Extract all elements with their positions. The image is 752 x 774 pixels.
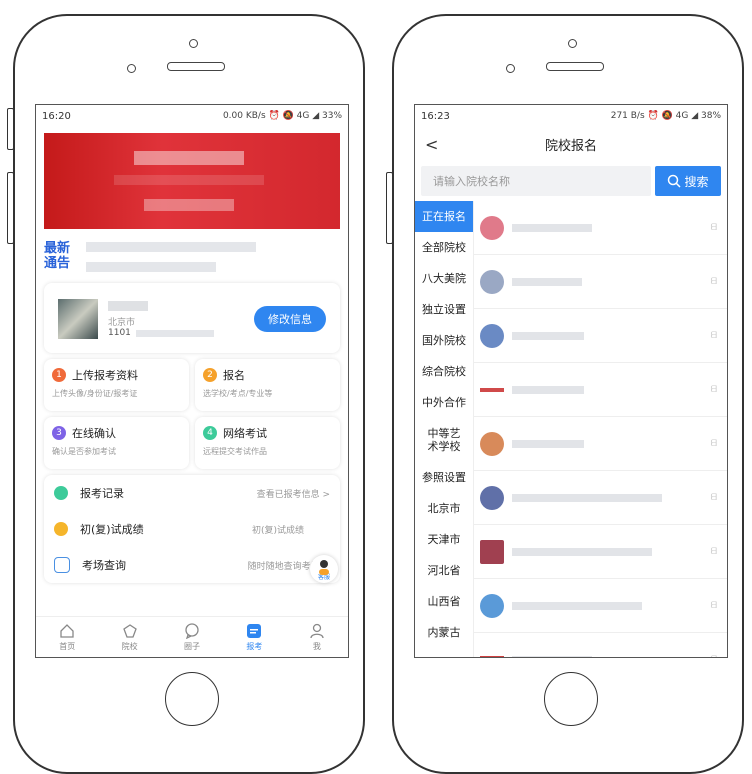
phone-side-button [386, 172, 393, 244]
apply-icon [247, 623, 262, 638]
phone-frame-left: 16:20 0.00 KB/s ⏰ 🔕 4G ◢ 33% 最新 通告 北京市 1… [7, 14, 365, 774]
category-item[interactable]: 内蒙古 [415, 617, 473, 648]
school-row[interactable]: ᗺ [474, 309, 727, 363]
front-camera [568, 39, 577, 48]
step-confirm[interactable]: 3 在线确认 确认是否参加考试 [44, 417, 189, 469]
sensor [506, 64, 515, 73]
school-row[interactable]: ᗺ [474, 471, 727, 525]
tab-schools[interactable]: 院校 [98, 617, 160, 657]
school-logo [480, 539, 504, 564]
category-item[interactable]: 八大美院 [415, 263, 473, 294]
notice-tag: 最新 通告 [44, 241, 71, 271]
phone-side-button [7, 172, 14, 244]
school-logo [480, 323, 504, 348]
menu-list: 报考记录 查看已报考信息 > 初(复)试成绩 初(复)试成绩 考场查询 随时随地… [44, 475, 340, 583]
search-icon [668, 174, 682, 188]
profile-city: 北京市 [108, 318, 136, 328]
category-item[interactable]: 国外院校 [415, 325, 473, 356]
avatar [58, 299, 98, 339]
back-icon[interactable]: < [425, 135, 438, 154]
category-item[interactable]: 中外合作 [415, 387, 473, 418]
tab-me[interactable]: 我 [286, 617, 348, 657]
school-row[interactable]: ᗺ [474, 363, 727, 417]
school-row[interactable]: ᗺ [474, 525, 727, 579]
category-item[interactable]: 山西省 [415, 586, 473, 617]
step-register[interactable]: 2 报名 选学校/考点/专业等 [195, 359, 340, 411]
category-item[interactable]: 正在报名 [415, 201, 473, 232]
tab-home[interactable]: 首页 [36, 617, 98, 657]
home-button[interactable] [544, 672, 598, 726]
list-item-records[interactable]: 报考记录 查看已报考信息 > [44, 475, 340, 511]
front-camera [189, 39, 198, 48]
school-logo [480, 431, 504, 456]
search-row: 请输入院校名称 搜索 [415, 161, 727, 201]
category-item[interactable]: 综合院校 [415, 356, 473, 387]
school-list: ᗺ ᗺ ᗺ ᗺ ᗺ ᗺ ᗺ ᗺ ᗺ [474, 201, 727, 657]
school-row[interactable]: ᗺ [474, 255, 727, 309]
school-logo [480, 215, 504, 240]
profile-id: 1101 [108, 328, 131, 338]
school-row[interactable]: ᗺ [474, 417, 727, 471]
content-area: 正在报名 全部院校 八大美院 独立设置 国外院校 综合院校 中外合作 中等艺术学… [415, 201, 727, 657]
status-indicators: 271 B/s ⏰ 🔕 4G ◢ 38% [610, 111, 721, 121]
category-item[interactable]: 参照设置 [415, 462, 473, 493]
edit-info-button[interactable]: 修改信息 [254, 306, 326, 332]
notice-bar[interactable]: 最新 通告 [44, 233, 340, 279]
status-indicators: 0.00 KB/s ⏰ 🔕 4G ◢ 33% [222, 111, 342, 121]
school-logo [480, 387, 504, 392]
school-logo [480, 655, 504, 657]
category-list: 正在报名 全部院校 八大美院 独立设置 国外院校 综合院校 中外合作 中等艺术学… [415, 201, 474, 657]
category-item[interactable]: 中等艺术学校 [415, 418, 473, 462]
category-item[interactable]: 独立设置 [415, 294, 473, 325]
profile-name [108, 301, 148, 311]
phone-side-button [7, 108, 14, 150]
home-button[interactable] [165, 672, 219, 726]
records-icon [54, 486, 68, 500]
page-title: 院校报名 [544, 138, 597, 154]
school-logo [480, 593, 504, 618]
step-upload[interactable]: 1 上传报考资料 上传头像/身份证/报考证 [44, 359, 189, 411]
promo-banner[interactable] [44, 133, 340, 229]
list-item-scores[interactable]: 初(复)试成绩 初(复)试成绩 [44, 511, 340, 547]
status-bar: 16:20 0.00 KB/s ⏰ 🔕 4G ◢ 33% [36, 105, 348, 127]
customer-service-button[interactable]: 客服 [310, 555, 338, 583]
school-row[interactable]: ᗺ [474, 633, 727, 657]
school-row[interactable]: ᗺ [474, 201, 727, 255]
screen-left: 16:20 0.00 KB/s ⏰ 🔕 4G ◢ 33% 最新 通告 北京市 1… [35, 104, 349, 658]
chat-icon [185, 622, 199, 639]
profile-card: 北京市 1101 修改信息 [44, 283, 340, 353]
school-icon [122, 623, 137, 638]
phone-frame-right: 16:23 271 B/s ⏰ 🔕 4G ◢ 38% < 院校报名 请输入院校名… [386, 14, 744, 774]
school-row[interactable]: ᗺ [474, 579, 727, 633]
scores-icon [54, 522, 68, 536]
bottom-tab-bar: 首页 院校 圈子 报考 我 [36, 616, 348, 657]
user-icon [310, 623, 324, 638]
nav-bar: < 院校报名 [415, 127, 727, 161]
category-item[interactable]: 天津市 [415, 524, 473, 555]
agent-icon [319, 560, 329, 575]
status-time: 16:23 [421, 110, 450, 122]
category-item[interactable]: 全部院校 [415, 232, 473, 263]
sensor [127, 64, 136, 73]
status-time: 16:20 [42, 110, 71, 122]
tab-apply[interactable]: 报考 [223, 617, 285, 657]
status-bar: 16:23 271 B/s ⏰ 🔕 4G ◢ 38% [415, 105, 727, 127]
step-online-exam[interactable]: 4 网络考试 远程提交考试作品 [195, 417, 340, 469]
school-logo [480, 269, 504, 294]
category-item[interactable]: 北京市 [415, 493, 473, 524]
exam-room-icon [54, 557, 70, 573]
earpiece-speaker [167, 62, 225, 71]
steps-grid: 1 上传报考资料 上传头像/身份证/报考证 2 报名 选学校/考点/专业等 3 在线确… [44, 359, 340, 469]
search-input[interactable]: 请输入院校名称 [421, 166, 651, 196]
school-logo [480, 485, 504, 510]
search-button[interactable]: 搜索 [655, 166, 721, 196]
tab-circle[interactable]: 圈子 [161, 617, 223, 657]
list-item-exam-room[interactable]: 考场查询 随时随地查询考场 > [44, 547, 340, 583]
screen-right: 16:23 271 B/s ⏰ 🔕 4G ◢ 38% < 院校报名 请输入院校名… [414, 104, 728, 658]
home-icon [60, 623, 74, 638]
earpiece-speaker [546, 62, 604, 71]
category-item[interactable]: 河北省 [415, 555, 473, 586]
